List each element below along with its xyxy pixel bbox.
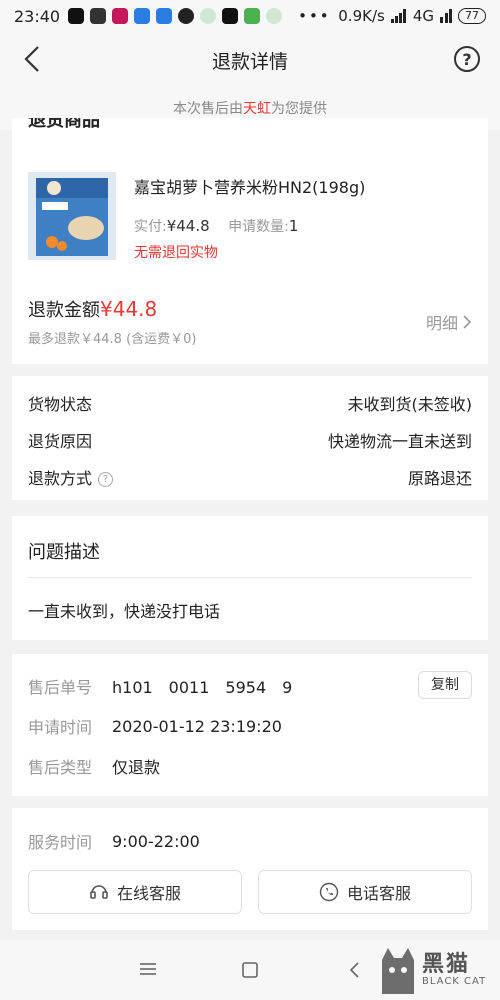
network-type: 4G bbox=[412, 7, 434, 25]
refund-label: 退款金额 bbox=[28, 300, 100, 321]
service-type-value: 仅退款 bbox=[112, 758, 161, 777]
status-row-reason: 退货原因 快递物流一直未送到 bbox=[28, 421, 472, 458]
paid-value: ¥44.8 bbox=[166, 217, 210, 235]
status-row-goods: 货物状态 未收到货(未签收) bbox=[28, 384, 472, 421]
detail-label: 明细 bbox=[425, 314, 458, 333]
phone-icon bbox=[319, 882, 339, 902]
status-bar: 23:40 ••• 0.9K/s 4G 77 bbox=[0, 0, 500, 32]
youku-icon bbox=[112, 8, 129, 24]
menu-icon[interactable] bbox=[140, 962, 156, 976]
question-icon[interactable]: ? bbox=[98, 471, 114, 487]
reason-value: 快递物流一直未送到 bbox=[327, 431, 472, 451]
back-arrow-icon[interactable] bbox=[20, 44, 46, 74]
status-value: 未收到货(未签收) bbox=[347, 394, 473, 414]
refund-max-note: 最多退款￥44.8 (含运费￥0) bbox=[28, 332, 197, 347]
order-info-card: 售后单号 h101 0011 5954 9 复制 申请时间 2020-01-12… bbox=[12, 654, 488, 796]
problem-title: 问题描述 bbox=[28, 516, 472, 578]
status-time: 23:40 bbox=[14, 6, 61, 26]
problem-text: 一直未收到，快递没打电话 bbox=[28, 602, 221, 621]
product-name: 嘉宝胡萝卜营养米粉HN2(198g) bbox=[134, 178, 366, 197]
chat-icon bbox=[178, 8, 195, 24]
qty-value: 1 bbox=[288, 217, 299, 235]
service-time-value: 9:00-22:00 bbox=[112, 831, 200, 851]
wifi-icon bbox=[440, 9, 452, 23]
nav-bar: 退款详情 ? bbox=[0, 32, 500, 88]
app-icon bbox=[200, 8, 217, 24]
tiktok-icon bbox=[222, 8, 239, 24]
help-icon[interactable]: ? bbox=[454, 46, 480, 72]
online-service-button[interactable]: 在线客服 bbox=[28, 870, 242, 914]
service-type-row: 售后类型 仅退款 bbox=[28, 746, 472, 786]
apply-time-label: 申请时间 bbox=[28, 718, 93, 737]
phone-service-label: 电话客服 bbox=[346, 884, 411, 903]
watermark: 黑猫 BLACK CAT bbox=[376, 946, 494, 996]
phone-service-button[interactable]: 电话客服 bbox=[258, 870, 472, 914]
refund-row: 退款金额¥44.8 最多退款￥44.8 (含运费￥0) 明细 bbox=[28, 296, 472, 347]
method-value: 原路退还 bbox=[407, 468, 472, 488]
order-number-row: 售后单号 h101 0011 5954 9 复制 bbox=[28, 666, 472, 706]
qty-label: 申请数量: bbox=[228, 219, 289, 235]
refund-amount: ¥44.8 bbox=[100, 297, 158, 321]
goods-item[interactable]: 嘉宝胡萝卜营养米粉HN2(198g) 实付:¥44.8 申请数量:1 无需退回实… bbox=[28, 172, 472, 264]
chevron-right-icon bbox=[463, 315, 472, 329]
reason-label: 退货原因 bbox=[28, 431, 93, 451]
alipay-icon-2 bbox=[156, 8, 173, 24]
online-service-label: 在线客服 bbox=[116, 884, 181, 903]
headset-icon bbox=[90, 885, 108, 899]
apply-time-row: 申请时间 2020-01-12 23:19:20 bbox=[28, 706, 472, 746]
product-meta: 实付:¥44.8 申请数量:1 bbox=[134, 216, 472, 236]
product-image bbox=[28, 172, 116, 260]
product-box-illustration bbox=[36, 178, 108, 256]
provider-prefix: 本次售后由 bbox=[173, 101, 243, 117]
order-number-label: 售后单号 bbox=[28, 678, 93, 697]
paid-label: 实付: bbox=[134, 219, 167, 235]
goods-section-title: 退货商品 bbox=[28, 118, 100, 131]
black-cat-logo-icon bbox=[382, 948, 414, 994]
problem-card: 问题描述 一直未收到，快递没打电话 bbox=[12, 516, 488, 640]
return-notice: 无需退回实物 bbox=[134, 245, 218, 261]
service-time-row: 服务时间 9:00-22:00 bbox=[28, 816, 472, 866]
status-label: 货物状态 bbox=[28, 394, 93, 414]
provider-suffix: 为您提供 bbox=[271, 101, 327, 117]
watermark-subtext: BLACK CAT bbox=[422, 976, 487, 987]
battery-indicator: 77 bbox=[458, 8, 486, 24]
more-dots-icon: ••• bbox=[298, 7, 331, 25]
signal-icon bbox=[390, 9, 406, 23]
copy-button[interactable]: 复制 bbox=[418, 671, 472, 699]
status-row-method: 退款方式? 原路退还 bbox=[28, 458, 472, 495]
refund-amount-line: 退款金额¥44.8 bbox=[28, 296, 472, 322]
android-icon bbox=[244, 8, 261, 24]
network-speed: 0.9K/s bbox=[338, 7, 385, 25]
home-icon[interactable] bbox=[242, 962, 258, 978]
customer-service-card: 服务时间 9:00-22:00 在线客服 电话客服 bbox=[12, 808, 488, 930]
back-nav-icon[interactable] bbox=[348, 962, 360, 978]
method-label: 退款方式 bbox=[28, 468, 93, 488]
alipay-icon bbox=[134, 8, 151, 24]
upload-icon bbox=[90, 8, 107, 24]
refund-status-card: 货物状态 未收到货(未签收) 退货原因 快递物流一直未送到 退款方式? 原路退还 bbox=[12, 376, 488, 500]
service-time-label: 服务时间 bbox=[28, 833, 93, 852]
provider-brand: 天虹 bbox=[243, 101, 271, 117]
notification-icons: ••• bbox=[68, 7, 338, 25]
order-number-value: h101 0011 5954 9 bbox=[112, 678, 293, 697]
qq-icon bbox=[68, 8, 85, 24]
app-icon-2 bbox=[266, 8, 283, 24]
method-label-wrap: 退款方式? bbox=[28, 465, 114, 489]
apply-time-value: 2020-01-12 23:19:20 bbox=[112, 716, 282, 736]
goods-card: 退货商品 嘉宝胡萝卜营养米粉HN2(198g) 实付:¥44.8 申请数量:1 … bbox=[12, 118, 488, 364]
service-type-label: 售后类型 bbox=[28, 758, 93, 777]
refund-detail-link[interactable]: 明细 bbox=[426, 310, 472, 334]
page-title: 退款详情 bbox=[211, 50, 288, 73]
watermark-text: 黑猫 bbox=[422, 952, 471, 977]
